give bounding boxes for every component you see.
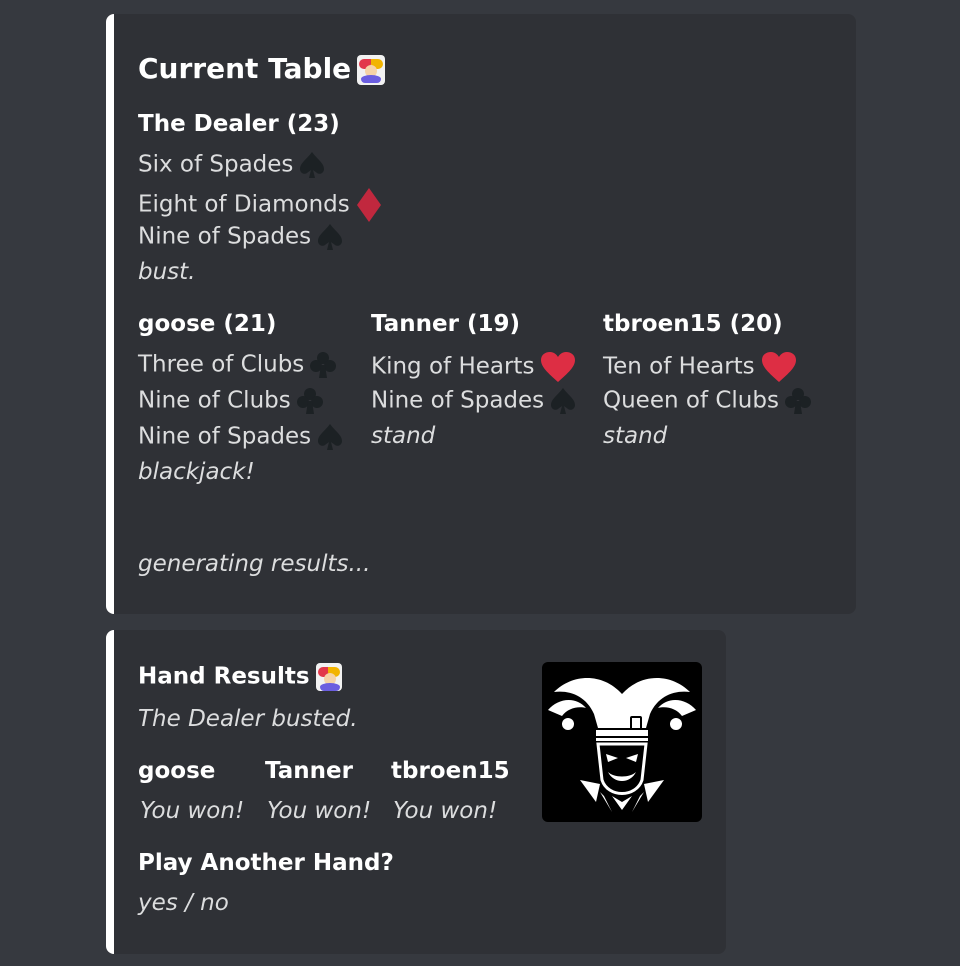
diamond-icon bbox=[356, 187, 382, 223]
club-icon bbox=[784, 387, 811, 415]
hand-results-embed: Hand Results The Dealer busted. goose You… bbox=[106, 630, 726, 954]
current-table-embed: Current Table The Dealer (23) Six of Spa… bbox=[106, 14, 856, 614]
player-heading: tbroen15 (20) bbox=[603, 311, 783, 337]
jester-mask-icon bbox=[542, 662, 702, 822]
results-summary: The Dealer busted. bbox=[138, 706, 358, 732]
result-player-name: tbroen15 bbox=[391, 758, 510, 784]
result-player-name: Tanner bbox=[265, 758, 353, 784]
card-line: Nine of Spades bbox=[138, 423, 343, 451]
heart-icon bbox=[761, 351, 797, 383]
card-line: Three of Clubs bbox=[138, 351, 337, 379]
spade-icon bbox=[317, 223, 343, 251]
result-outcome: You won! bbox=[267, 798, 372, 824]
spade-icon bbox=[299, 151, 325, 179]
card-name: King of Hearts bbox=[371, 353, 535, 380]
spade-icon bbox=[550, 387, 576, 415]
card-name: Three of Clubs bbox=[138, 351, 305, 378]
card-line: King of Hearts bbox=[371, 351, 576, 383]
card-name: Nine of Spades bbox=[371, 387, 545, 414]
heart-icon bbox=[540, 351, 576, 383]
card-line: Nine of Spades bbox=[138, 223, 343, 251]
player-status: blackjack! bbox=[138, 459, 255, 485]
joker-card-icon bbox=[315, 663, 342, 691]
club-icon bbox=[310, 351, 337, 379]
embed-title-text: Current Table bbox=[138, 52, 352, 85]
player-heading: Tanner (19) bbox=[371, 311, 520, 337]
embed-title: Current Table bbox=[138, 52, 386, 85]
card-line: Queen of Clubs bbox=[603, 387, 811, 415]
result-outcome: You won! bbox=[393, 798, 498, 824]
card-line: Nine of Clubs bbox=[138, 387, 323, 415]
card-line: Six of Spades bbox=[138, 151, 325, 179]
player-status: stand bbox=[371, 423, 436, 449]
dealer-heading: The Dealer (23) bbox=[138, 111, 340, 137]
card-name: Nine of Spades bbox=[138, 223, 312, 250]
card-line: Ten of Hearts bbox=[603, 351, 797, 383]
table-footer: generating results... bbox=[138, 551, 371, 577]
results-title: Hand Results bbox=[138, 663, 342, 691]
result-player-name: goose bbox=[138, 758, 216, 784]
player-status: stand bbox=[603, 423, 668, 449]
card-line: Nine of Spades bbox=[371, 387, 576, 415]
card-name: Six of Spades bbox=[138, 151, 294, 178]
card-name: Ten of Hearts bbox=[603, 353, 755, 380]
card-name: Eight of Diamonds bbox=[138, 191, 350, 218]
results-title-text: Hand Results bbox=[138, 663, 310, 690]
card-name: Nine of Clubs bbox=[138, 387, 291, 414]
card-name: Queen of Clubs bbox=[603, 387, 779, 414]
club-icon bbox=[296, 387, 323, 415]
card-line: Eight of Diamonds bbox=[138, 187, 382, 223]
spade-icon bbox=[317, 423, 343, 451]
joker-card-icon bbox=[357, 55, 386, 85]
card-name: Nine of Spades bbox=[138, 423, 312, 450]
player-heading: goose (21) bbox=[138, 311, 277, 337]
dealer-status: bust. bbox=[138, 259, 196, 285]
play-again-title: Play Another Hand? bbox=[138, 850, 394, 876]
play-again-options: yes / no bbox=[138, 890, 229, 916]
result-outcome: You won! bbox=[140, 798, 245, 824]
